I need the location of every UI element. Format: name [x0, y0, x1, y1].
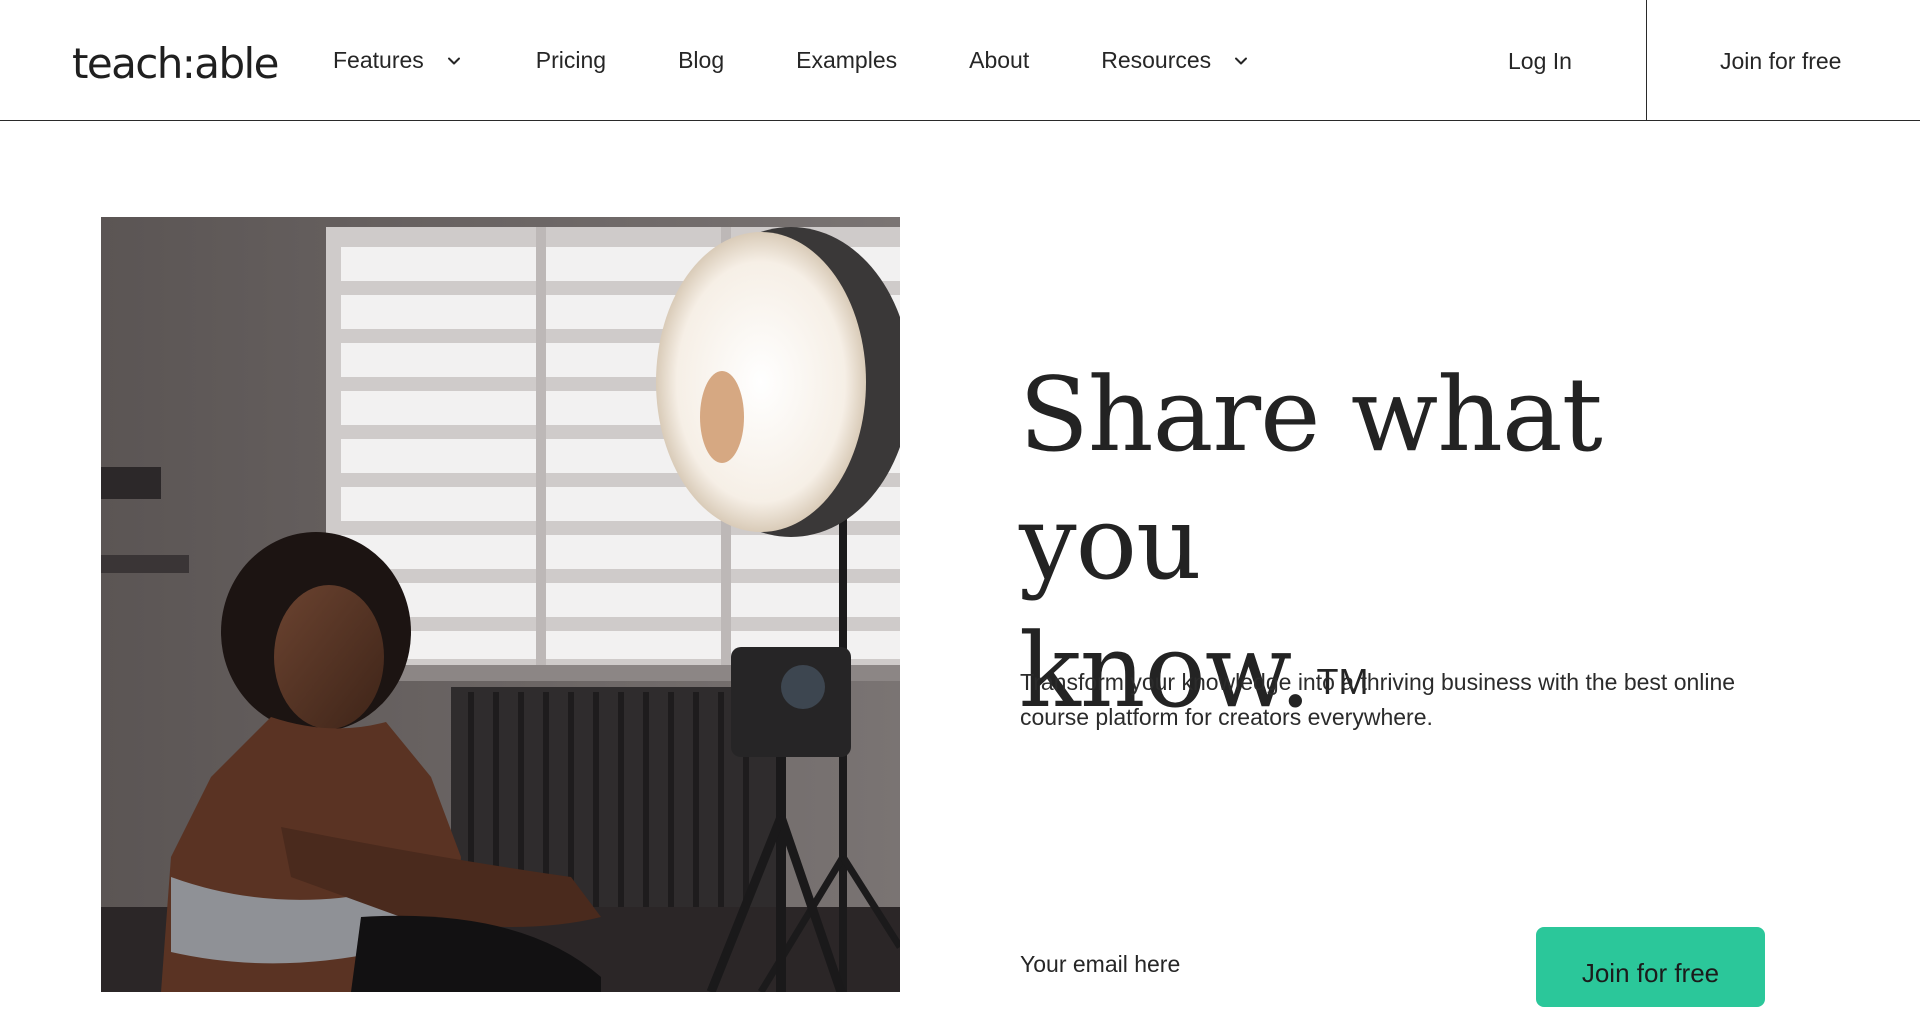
nav-item-label: Examples: [796, 47, 898, 73]
join-for-free-button[interactable]: Join for free: [1536, 927, 1765, 1007]
nav-item-resources[interactable]: Resources: [1101, 41, 1251, 81]
nav-item-pricing[interactable]: Pricing: [536, 41, 606, 81]
nav-item-label: Pricing: [535, 47, 607, 73]
header-divider: [1646, 0, 1647, 121]
hero-subtitle: Transform your knowledge into a thriving…: [1020, 669, 1736, 730]
main-nav: Features Pricing Blog Examples About Res…: [333, 0, 1323, 121]
join-for-free-link[interactable]: Join for free: [1720, 44, 1841, 78]
hero-title-line1: Share what you: [1019, 356, 1603, 603]
hero-photo: [101, 217, 900, 992]
creator-filming-photo: [101, 217, 900, 992]
nav-item-label: Features: [333, 47, 424, 73]
nav-item-label: Resources: [1101, 47, 1212, 73]
chevron-down-icon: [444, 51, 464, 71]
nav-item-label: About: [969, 47, 1030, 73]
login-link[interactable]: Log In: [1508, 44, 1572, 78]
nav-item-about[interactable]: About: [969, 41, 1029, 81]
email-input[interactable]: [1020, 944, 1500, 984]
teachable-logo[interactable]: teach:able: [72, 38, 279, 90]
site-header: teach:able Features Pricing Blog Example…: [0, 0, 1920, 121]
nav-item-features[interactable]: Features: [333, 41, 464, 81]
nav-item-examples[interactable]: Examples: [796, 41, 897, 81]
nav-item-label: Blog: [678, 47, 725, 73]
nav-item-blog[interactable]: Blog: [678, 41, 724, 81]
chevron-down-icon: [1231, 51, 1251, 71]
